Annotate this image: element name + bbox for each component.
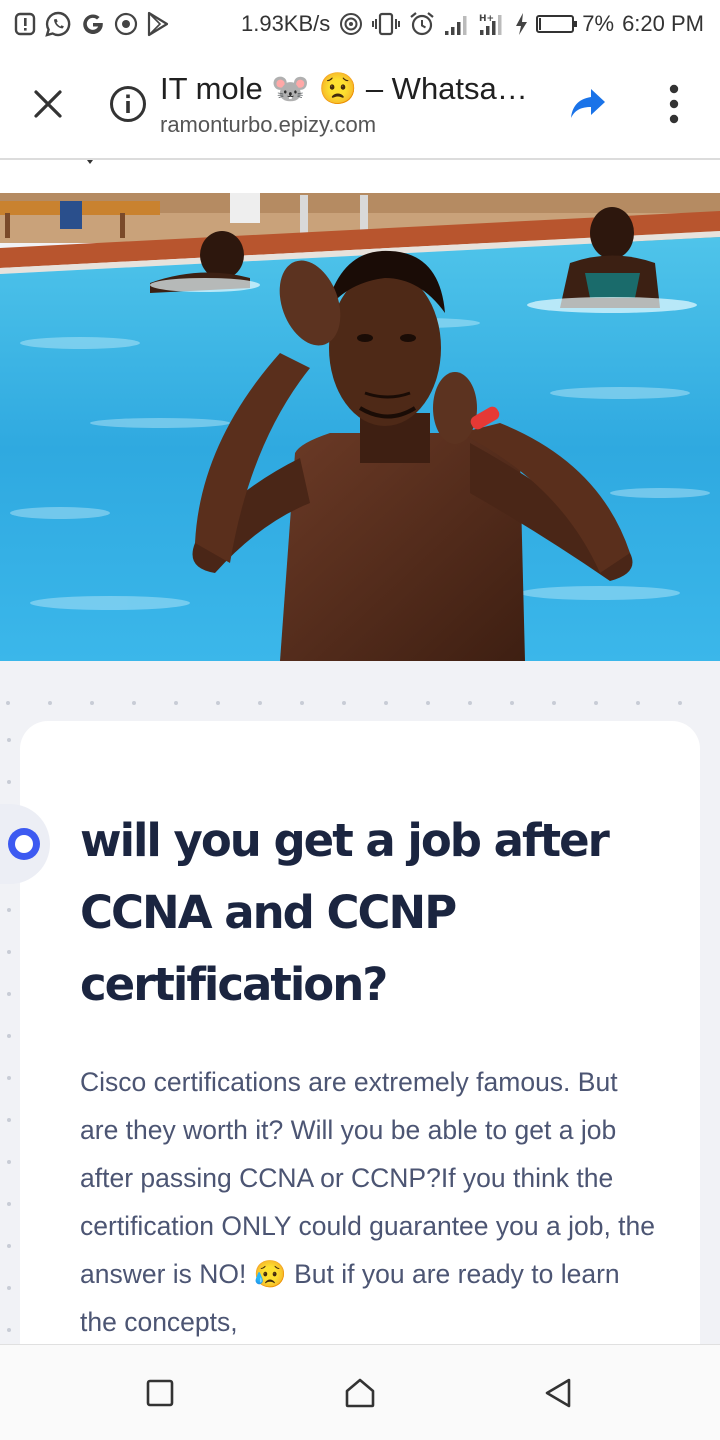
notification-icons (14, 10, 170, 38)
google-icon (80, 11, 106, 37)
back-icon (545, 1378, 571, 1408)
custom-tab-toolbar: IT mole 🐭 😟 – Whatsa… ramonturbo.epizy.c… (0, 48, 720, 160)
clock: 6:20 PM (622, 11, 704, 36)
battery-percent: 7% (582, 11, 615, 36)
signal-icon (444, 12, 470, 36)
battery-icon (536, 15, 578, 33)
post-title[interactable]: will you get a job after CCNA and CCNP c… (80, 805, 680, 1021)
recents-icon (146, 1379, 174, 1407)
svg-text:H+: H+ (479, 14, 494, 24)
play-store-icon (146, 11, 170, 37)
page-url[interactable]: ramonturbo.epizy.com (160, 112, 376, 138)
network-speed: 1.93KB/s (240, 11, 331, 36)
signal-h-plus-icon: H+ (478, 11, 506, 37)
charging-icon (514, 12, 528, 36)
home-icon (345, 1378, 375, 1408)
hero-image (0, 193, 720, 661)
web-page[interactable]: will you get a job after CCNA and CCNP c… (0, 160, 720, 1344)
home-button[interactable] (336, 1369, 384, 1417)
more-vert-icon (669, 84, 679, 124)
info-icon (110, 86, 146, 122)
status-bar: 1.93KB/s H+ 7% 6:20 PM (0, 0, 720, 48)
header-strip (0, 160, 720, 193)
post-excerpt: Cisco certifications are extremely famou… (80, 1067, 656, 1337)
system-indicators: 1.93KB/s H+ 7% 6:20 PM (241, 10, 704, 38)
close-icon (34, 90, 62, 118)
close-button[interactable] (24, 80, 72, 128)
timeline-marker-icon (0, 804, 50, 884)
back-button[interactable] (534, 1369, 582, 1417)
page-title: IT mole 🐭 😟 – Whatsa… (160, 71, 528, 106)
more-options-button[interactable] (654, 78, 694, 130)
hotspot-icon (338, 11, 364, 37)
alarm-icon (408, 10, 436, 38)
recents-button[interactable] (136, 1369, 184, 1417)
notification-alert-icon (14, 12, 36, 36)
share-button[interactable] (566, 82, 610, 126)
vibrate-icon (372, 11, 401, 37)
dotted-divider (6, 701, 682, 705)
camera-icon (114, 12, 138, 36)
system-navigation-bar (0, 1344, 720, 1440)
site-info-button[interactable] (108, 84, 148, 124)
battery-level (539, 18, 542, 30)
share-icon (571, 89, 605, 118)
whatsapp-icon (44, 10, 72, 38)
